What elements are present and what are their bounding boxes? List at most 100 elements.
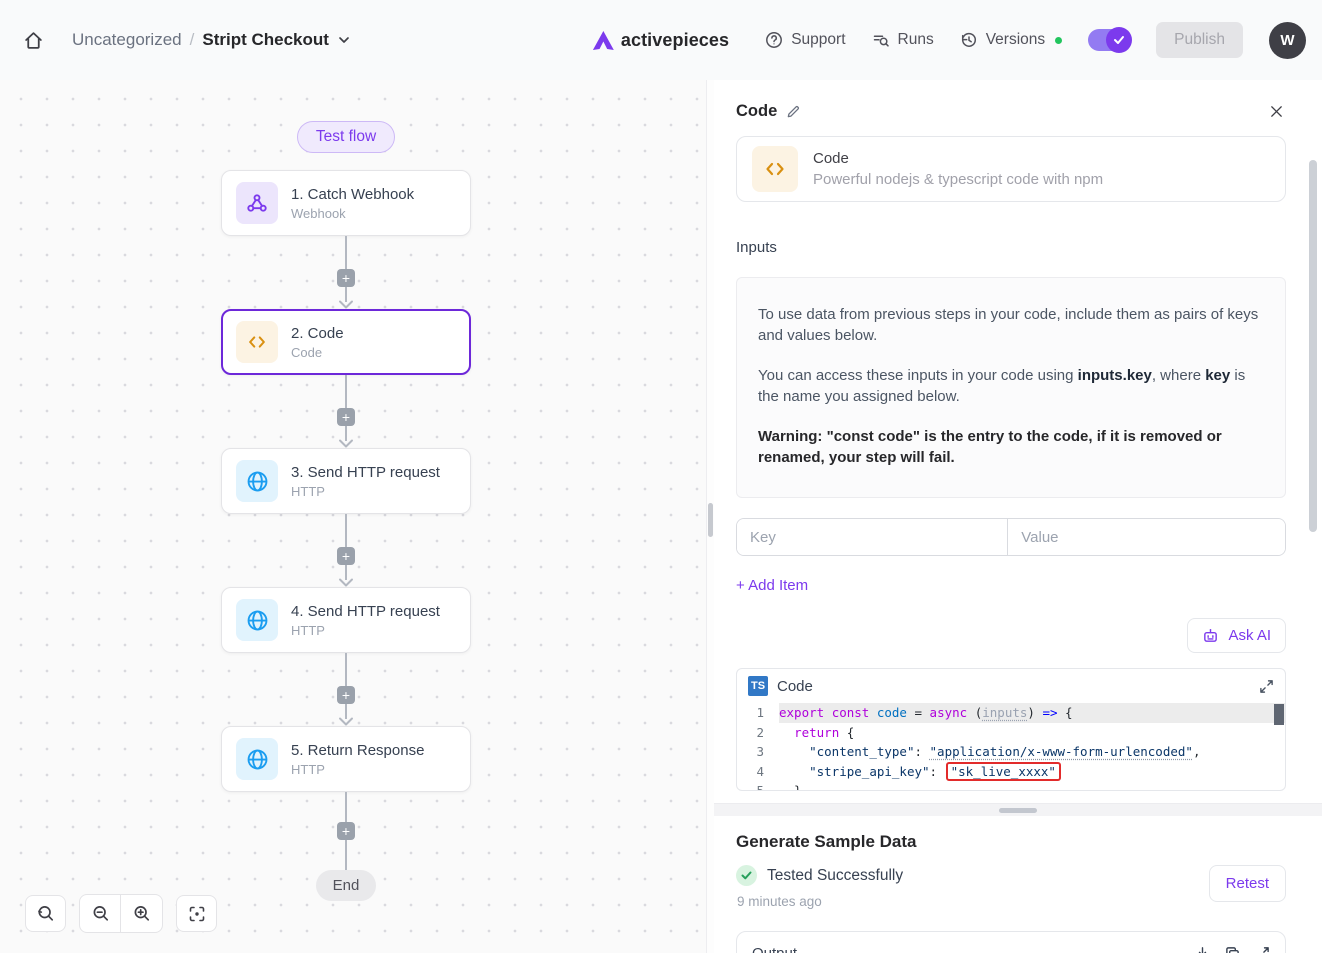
test-flow-button[interactable]: Test flow xyxy=(297,121,395,153)
piece-title: Code xyxy=(813,150,1103,167)
support-button[interactable]: Support xyxy=(765,31,845,49)
zoom-out-button[interactable] xyxy=(80,895,121,932)
copy-icon xyxy=(1225,946,1240,953)
avatar[interactable]: W xyxy=(1269,22,1306,59)
zoom-button-group xyxy=(79,894,163,933)
flow-connector: + xyxy=(337,514,355,587)
section-divider xyxy=(714,803,1322,816)
download-icon xyxy=(1195,946,1210,953)
add-step-button[interactable]: + xyxy=(337,822,355,840)
flow-step-3[interactable]: 3. Send HTTP requestHTTP xyxy=(221,448,471,514)
chevron-down-icon xyxy=(337,33,351,47)
inputs-warning: Warning: "const code" is the entry to th… xyxy=(758,426,1264,468)
step-subtitle: Webhook xyxy=(291,206,414,221)
typescript-badge: TS xyxy=(748,676,768,696)
output-heading: Output xyxy=(752,945,797,953)
piece-description: Powerful nodejs & typescript code with n… xyxy=(813,171,1103,188)
flow-steps: 1. Catch Webhook Webhook +2. CodeCode +3. S… xyxy=(221,170,471,870)
flow-step-5[interactable]: 5. Return ResponseHTTP xyxy=(221,726,471,792)
top-header: Uncategorized / Stript Checkout activepi… xyxy=(0,0,1322,80)
code-fullscreen-button[interactable] xyxy=(1259,679,1274,694)
runs-label: Runs xyxy=(898,31,934,49)
editor-scrollbar[interactable] xyxy=(1274,704,1284,725)
panel-scrollbar[interactable] xyxy=(1309,160,1317,532)
code-editor[interactable]: 1export const code = async (inputs) => {… xyxy=(737,703,1285,790)
breadcrumb-category[interactable]: Uncategorized xyxy=(72,30,182,50)
reset-zoom-icon xyxy=(36,904,55,923)
fit-view-icon xyxy=(188,905,206,923)
panel-resizer[interactable] xyxy=(706,80,714,953)
flow-connector: + xyxy=(337,653,355,726)
robot-icon xyxy=(1202,627,1219,644)
flow-step-4[interactable]: 4. Send HTTP requestHTTP xyxy=(221,587,471,653)
section-drag-handle[interactable] xyxy=(999,808,1037,813)
input-pair-row xyxy=(736,518,1286,556)
inputs-help-p1: To use data from previous steps in your … xyxy=(758,304,1264,346)
success-check-icon xyxy=(736,865,757,886)
flow-end-node: End xyxy=(316,870,377,901)
arrow-down-icon xyxy=(338,580,354,587)
canvas-controls xyxy=(25,894,217,933)
panel-resizer-handle[interactable] xyxy=(708,503,713,537)
flow-name-menu[interactable]: Stript Checkout xyxy=(202,30,351,50)
ask-ai-label: Ask AI xyxy=(1228,627,1271,644)
arrow-down-icon xyxy=(338,719,354,726)
flow-enabled-toggle[interactable] xyxy=(1088,29,1130,51)
retest-button[interactable]: Retest xyxy=(1209,865,1286,902)
runs-button[interactable]: Runs xyxy=(872,31,934,49)
fit-view-button[interactable] xyxy=(176,895,217,932)
edit-name-icon[interactable] xyxy=(786,104,801,119)
test-status: Tested Successfully xyxy=(767,867,903,885)
arrow-down-icon xyxy=(338,302,354,309)
breadcrumb-separator: / xyxy=(190,30,195,50)
breadcrumb: Uncategorized / Stript Checkout xyxy=(72,30,351,50)
publish-button[interactable]: Publish xyxy=(1156,22,1243,58)
code-line-1: 1export const code = async (inputs) => { xyxy=(737,703,1285,723)
add-step-button[interactable]: + xyxy=(337,547,355,565)
expand-icon xyxy=(1255,946,1270,953)
versions-button[interactable]: Versions xyxy=(960,31,1045,49)
piece-info-card: Code Powerful nodejs & typescript code w… xyxy=(736,136,1286,202)
code-line-3: 3 "content_type": "application/x-www-for… xyxy=(737,742,1285,762)
toggle-knob xyxy=(1106,27,1132,53)
code-editor-label: Code xyxy=(777,678,813,695)
inputs-help-box: To use data from previous steps in your … xyxy=(736,277,1286,498)
home-icon xyxy=(23,30,44,51)
test-timestamp: 9 minutes ago xyxy=(737,894,1209,909)
download-output-button[interactable] xyxy=(1195,946,1210,953)
flow-connector: + xyxy=(337,375,355,448)
flow-step-1[interactable]: 1. Catch Webhook Webhook xyxy=(221,170,471,236)
webhook-icon xyxy=(236,182,278,224)
add-step-button[interactable]: + xyxy=(337,408,355,426)
flow-canvas[interactable]: Test flow 1. Catch Webhook Webhook +2. Cod… xyxy=(0,80,706,953)
support-label: Support xyxy=(791,31,845,49)
add-step-button[interactable]: + xyxy=(337,269,355,287)
code-line-2: 2 return { xyxy=(737,723,1285,743)
copy-output-button[interactable] xyxy=(1225,946,1240,953)
versions-label: Versions xyxy=(986,31,1045,49)
step-subtitle: Code xyxy=(291,345,344,360)
reset-zoom-button[interactable] xyxy=(25,895,66,932)
history-icon xyxy=(960,31,978,49)
zoom-in-button[interactable] xyxy=(121,895,162,932)
add-step-button[interactable]: + xyxy=(337,686,355,704)
panel-title: Code xyxy=(736,102,777,121)
http-icon xyxy=(236,599,278,641)
flow-connector: + xyxy=(337,236,355,309)
key-input[interactable] xyxy=(737,519,1008,555)
inputs-heading: Inputs xyxy=(736,239,1286,256)
expand-output-button[interactable] xyxy=(1255,946,1270,953)
flow-step-2[interactable]: 2. CodeCode xyxy=(221,309,471,375)
home-button[interactable] xyxy=(16,23,50,57)
value-input[interactable] xyxy=(1008,519,1285,555)
arrow-down-icon xyxy=(338,441,354,448)
step-title: 4. Send HTTP request xyxy=(291,603,440,620)
add-item-button[interactable]: + Add Item xyxy=(736,577,808,594)
flow-connector: + xyxy=(337,792,355,870)
step-title: 3. Send HTTP request xyxy=(291,464,440,481)
close-panel-button[interactable] xyxy=(1267,102,1286,121)
expand-icon xyxy=(1259,679,1274,694)
draft-status-dot xyxy=(1055,37,1062,44)
ask-ai-button[interactable]: Ask AI xyxy=(1187,618,1286,653)
step-title: 1. Catch Webhook xyxy=(291,186,414,203)
